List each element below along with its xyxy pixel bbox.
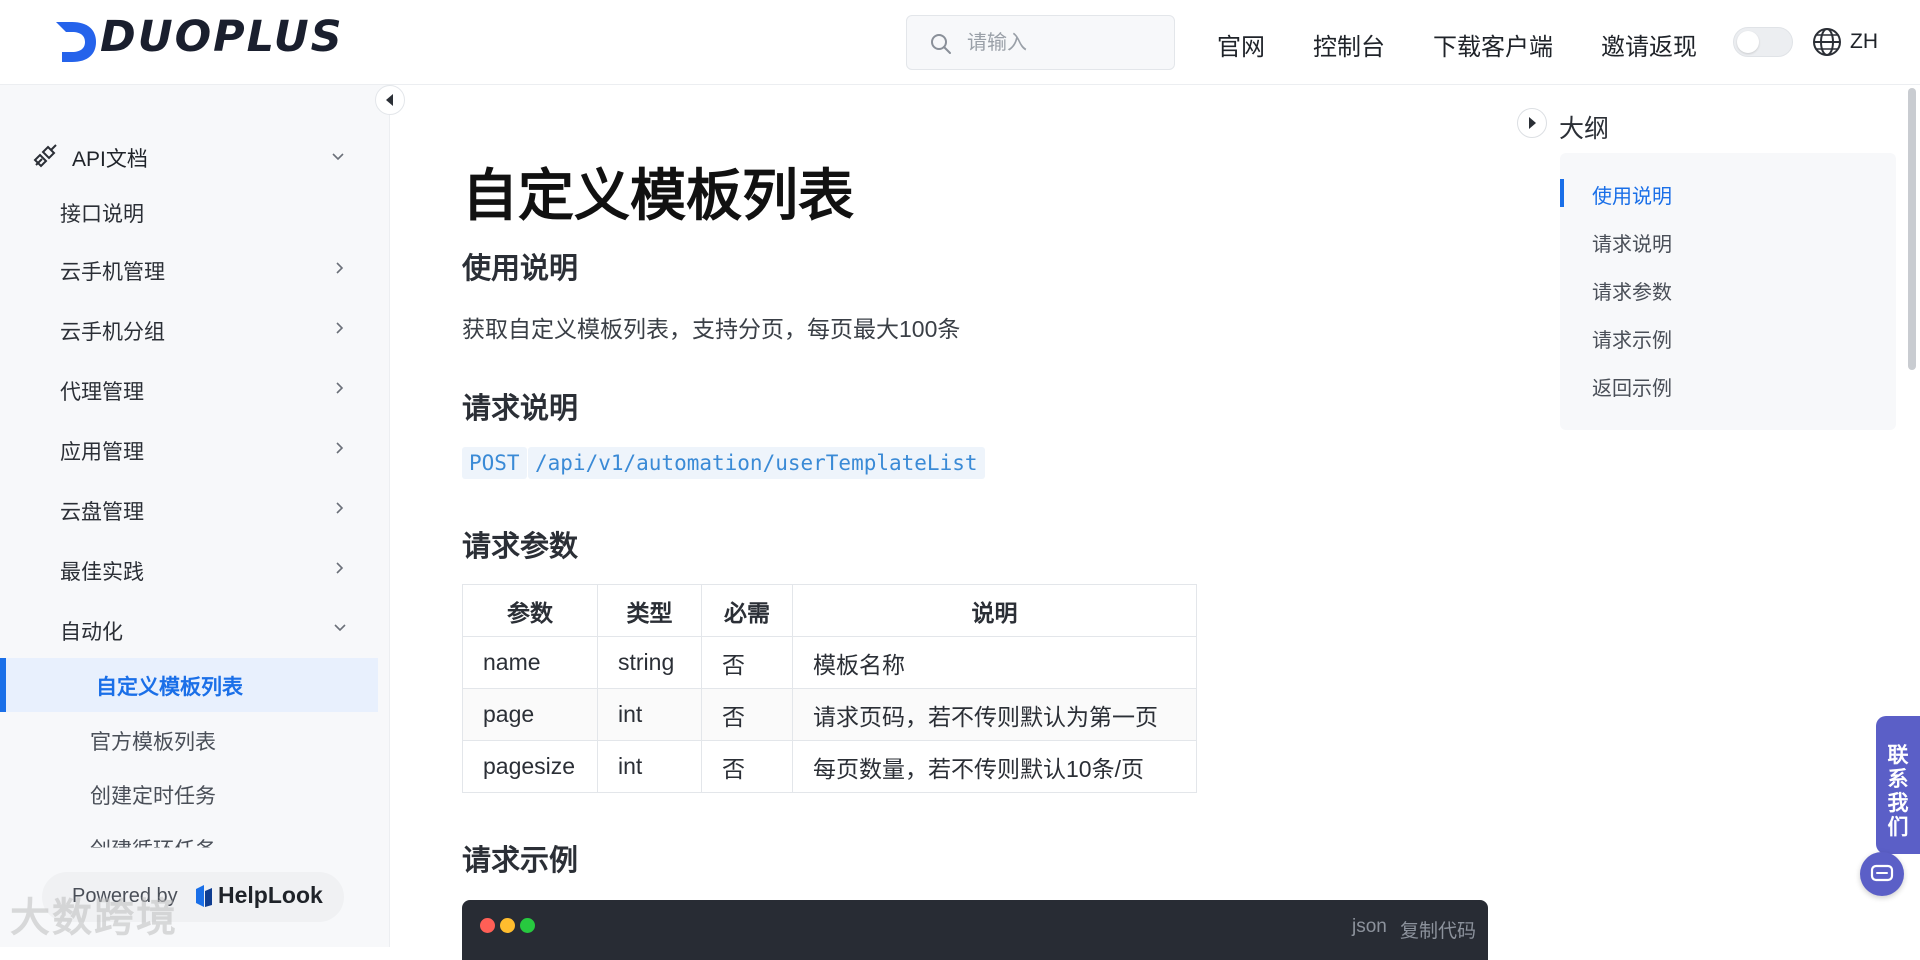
- sidebar-item-best-practice[interactable]: 最佳实践: [60, 556, 144, 586]
- section-request-desc: 请求说明: [462, 391, 579, 425]
- sidebar-item-official-template-list[interactable]: 官方模板列表: [90, 726, 216, 756]
- collapse-sidebar-button[interactable]: [375, 85, 405, 115]
- table-row: name string 否 模板名称: [462, 636, 1197, 689]
- watermark: 大数跨境: [10, 896, 178, 940]
- outline-active-indicator: [1560, 179, 1564, 207]
- nav-console[interactable]: 控制台: [1313, 27, 1385, 62]
- outline-item-request-desc[interactable]: 请求说明: [1592, 228, 1672, 257]
- outline-item-usage[interactable]: 使用说明: [1592, 180, 1672, 209]
- page-title: 自定义模板列表: [462, 164, 854, 229]
- chat-icon: [1870, 864, 1894, 882]
- table-header: 参数: [462, 584, 598, 637]
- outline-item-response-example[interactable]: 返回示例: [1592, 372, 1672, 401]
- contact-us-label: 联系我们: [1887, 744, 1909, 839]
- table-cell: int: [597, 740, 702, 793]
- sidebar-item-api-docs[interactable]: API文档: [30, 137, 350, 177]
- sidebar-item-create-scheduled-task[interactable]: 创建定时任务: [90, 780, 216, 810]
- table-header: 说明: [792, 584, 1197, 637]
- table-cell: 否: [701, 636, 793, 689]
- sidebar-item-interface-desc[interactable]: 接口说明: [60, 198, 144, 228]
- sidebar-item-cloud-phone-mgmt[interactable]: 云手机管理: [60, 256, 165, 286]
- sidebar: API文档 接口说明 云手机管理 云手机分组 代理管理 应用管理 云盘管理 最佳…: [0, 85, 390, 947]
- sidebar-item-cloud-phone-group[interactable]: 云手机分组: [60, 316, 165, 346]
- window-minimize-dot: [500, 918, 515, 933]
- api-endpoint: /api/v1/automation/userTemplateList: [528, 447, 985, 479]
- sidebar-item-custom-template-list[interactable]: 自定义模板列表: [0, 658, 378, 712]
- table-cell: 请求页码，若不传则默认为第一页: [792, 688, 1197, 741]
- contact-us-button[interactable]: 联系我们: [1876, 716, 1920, 854]
- table-cell: string: [597, 636, 702, 689]
- chevron-right-icon[interactable]: [332, 500, 348, 516]
- scrollbar-thumb[interactable]: [1908, 88, 1916, 370]
- outline-item-request-params[interactable]: 请求参数: [1592, 276, 1672, 305]
- section-usage: 使用说明: [462, 251, 579, 285]
- theme-toggle[interactable]: [1733, 27, 1793, 57]
- nav-download-client[interactable]: 下载客户端: [1433, 27, 1553, 62]
- helplook-logo-icon: [196, 885, 212, 907]
- caret-left-icon: [386, 94, 393, 106]
- chevron-right-icon[interactable]: [332, 380, 348, 396]
- code-language-label: json: [1352, 916, 1387, 937]
- usage-description: 获取自定义模板列表，支持分页，每页最大100条: [462, 316, 961, 342]
- chevron-down-icon[interactable]: [332, 620, 348, 636]
- globe-icon: [1813, 28, 1841, 56]
- table-cell: 模板名称: [792, 636, 1197, 689]
- sidebar-item-create-loop-task[interactable]: 创建循环任务: [90, 834, 216, 848]
- sidebar-item-cloud-disk-mgmt[interactable]: 云盘管理: [60, 496, 144, 526]
- top-header: DUOPLUS 官网 控制台 下载客户端 邀请返现 ZH: [0, 0, 1920, 85]
- sidebar-item-proxy-mgmt[interactable]: 代理管理: [60, 376, 144, 406]
- search-box[interactable]: [906, 15, 1175, 70]
- outline-item-request-example[interactable]: 请求示例: [1592, 324, 1672, 353]
- sidebar-item-label: 自定义模板列表: [96, 676, 243, 699]
- caret-right-icon: [1529, 117, 1536, 129]
- table-cell: pagesize: [462, 740, 598, 793]
- nav-official-site[interactable]: 官网: [1217, 27, 1265, 62]
- sidebar-item-label: API文档: [72, 148, 148, 171]
- table-header-row: 参数 类型 必需 说明: [462, 584, 1197, 637]
- active-indicator: [0, 658, 6, 712]
- params-table: 参数 类型 必需 说明 name string 否 模板名称 page int …: [462, 584, 1197, 793]
- logo-text[interactable]: DUOPLUS: [100, 12, 344, 62]
- sidebar-item-app-mgmt[interactable]: 应用管理: [60, 436, 144, 466]
- outline-title: 大纲: [1559, 115, 1610, 143]
- table-cell: int: [597, 688, 702, 741]
- table-cell: name: [462, 636, 598, 689]
- table-row: page int 否 请求页码，若不传则默认为第一页: [462, 688, 1197, 741]
- window-maximize-dot: [520, 918, 535, 933]
- copy-code-button[interactable]: 复制代码: [1400, 916, 1476, 943]
- search-input[interactable]: [967, 28, 1157, 58]
- code-block: json 复制代码: [462, 900, 1488, 960]
- table-header: 类型: [597, 584, 702, 637]
- language-label: ZH: [1850, 30, 1878, 53]
- table-row: pagesize int 否 每页数量，若不传则默认10条/页: [462, 740, 1197, 793]
- table-cell: page: [462, 688, 598, 741]
- chevron-right-icon[interactable]: [332, 440, 348, 456]
- outline-panel: 使用说明 请求说明 请求参数 请求示例 返回示例: [1560, 153, 1896, 430]
- section-request-params: 请求参数: [462, 529, 579, 563]
- nav-invite-rebate[interactable]: 邀请返现: [1601, 27, 1697, 62]
- chat-button[interactable]: [1860, 852, 1904, 896]
- section-request-example: 请求示例: [462, 843, 579, 877]
- chevron-right-icon[interactable]: [332, 560, 348, 576]
- http-method: POST: [462, 447, 527, 479]
- table-cell: 每页数量，若不传则默认10条/页: [792, 740, 1197, 793]
- sun-icon: [1737, 31, 1759, 53]
- chevron-right-icon[interactable]: [332, 320, 348, 336]
- chevron-down-icon: [332, 153, 344, 161]
- table-cell: 否: [701, 740, 793, 793]
- outline-toggle-button[interactable]: [1517, 108, 1547, 138]
- table-cell: 否: [701, 688, 793, 741]
- plug-icon: [33, 144, 57, 168]
- search-icon: [931, 34, 951, 54]
- chevron-right-icon[interactable]: [332, 260, 348, 276]
- main-content: 自定义模板列表 使用说明 获取自定义模板列表，支持分页，每页最大100条 请求说…: [462, 85, 1488, 960]
- window-close-dot: [480, 918, 495, 933]
- table-header: 必需: [701, 584, 793, 637]
- sidebar-item-automation[interactable]: 自动化: [60, 616, 123, 646]
- helplook-brand: HelpLook: [218, 882, 323, 908]
